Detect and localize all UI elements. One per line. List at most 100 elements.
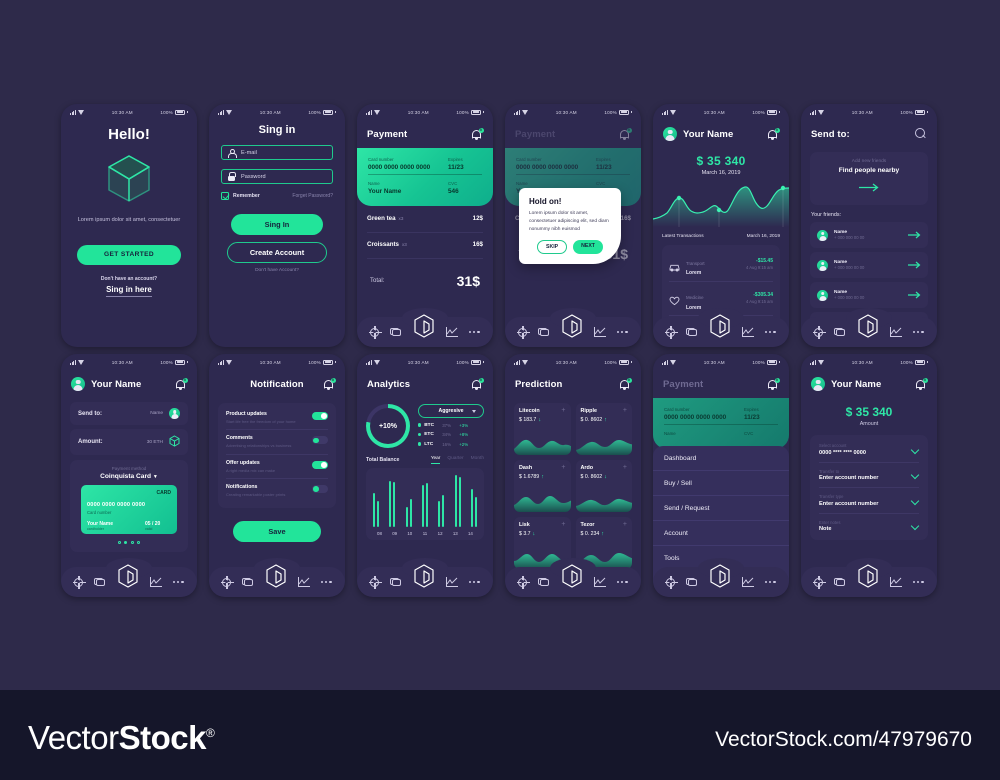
notification-bell-icon[interactable]: 0 [471,377,484,391]
prediction-card[interactable]: Ardo + $ 0. 8602 ↓ [575,460,632,512]
prediction-card[interactable]: Dash + $ 1.6789 ↑ [514,460,571,512]
remember-checkbox[interactable] [221,192,229,200]
chevron-down-icon[interactable] [912,497,919,504]
friend-row[interactable]: Name + 000 000 00 00 [810,282,928,308]
hex-logo-icon[interactable] [412,313,436,339]
prediction-card[interactable]: Ripple + $ 0. 8602 ↑ [575,403,632,455]
chart-icon[interactable] [742,327,755,337]
hex-logo-icon[interactable] [116,563,140,589]
search-icon[interactable] [915,128,927,140]
gear-icon[interactable] [664,576,678,590]
chart-icon[interactable] [446,577,459,587]
notification-bell-icon[interactable]: 0 [323,377,336,391]
hex-logo-icon[interactable] [264,563,288,589]
cards-icon[interactable] [537,577,550,587]
signin-link[interactable]: Sing in here [61,285,197,294]
add-icon[interactable]: + [623,407,627,414]
prediction-card[interactable]: Litecoin + $ 183.7 ↓ [514,403,571,455]
skip-button[interactable]: SKIP [537,240,568,255]
notification-bell-icon[interactable]: 0 [619,377,632,391]
get-started-button[interactable]: GET STARTED [77,244,181,265]
hex-logo-icon[interactable] [412,563,436,589]
chevron-down-icon[interactable] [912,471,919,478]
menu-item-send-request[interactable]: Send / Request [653,496,789,521]
friend-row[interactable]: Name + 000 000 00 00 [810,222,928,248]
tab-quarter[interactable]: Quarter [447,456,463,464]
strategy-dropdown[interactable]: Aggresive [418,404,484,418]
add-icon[interactable]: + [623,521,627,528]
toggle-notifications[interactable] [312,485,328,494]
hex-logo-icon[interactable] [856,313,880,339]
chevron-down-icon[interactable] [912,446,919,453]
menu-item-buy-sell[interactable]: Buy / Sell [653,471,789,496]
cards-icon[interactable] [685,577,698,587]
notification-bell-icon[interactable]: 0 [915,377,928,391]
gear-icon[interactable] [664,326,678,340]
hex-logo-icon[interactable] [560,563,584,589]
arrow-right-icon[interactable] [907,286,921,304]
find-people-card[interactable]: Add new friends Find people nearby [810,152,928,205]
add-icon[interactable]: + [561,407,565,414]
card-pagination[interactable] [78,541,180,544]
more-icon[interactable] [468,330,480,334]
more-icon[interactable] [172,580,184,584]
amount-row[interactable]: Amount: 30 ETH [70,429,188,455]
tab-month[interactable]: Month [471,456,484,464]
send-to-row[interactable]: Send to: Name [70,402,188,425]
arrow-right-icon[interactable] [907,256,921,274]
cards-icon[interactable] [389,577,402,587]
arrow-right-icon[interactable] [907,226,921,244]
chart-icon[interactable] [594,327,607,337]
gear-icon[interactable] [812,576,826,590]
menu-item-dashboard[interactable]: Dashboard [653,446,789,471]
more-icon[interactable] [912,580,924,584]
more-icon[interactable] [320,580,332,584]
notification-bell-icon[interactable]: 0 [767,377,780,391]
add-icon[interactable]: + [623,464,627,471]
add-icon[interactable]: + [561,521,565,528]
chart-icon[interactable] [890,327,903,337]
notification-bell-icon[interactable]: 0 [767,127,780,141]
toggle-offer-updates[interactable] [312,460,328,469]
tab-year[interactable]: Year [430,456,441,464]
add-icon[interactable]: + [561,464,565,471]
chart-icon[interactable] [446,327,459,337]
hex-logo-icon[interactable] [708,313,732,339]
toggle-comments[interactable] [312,436,328,445]
chevron-down-icon[interactable] [912,522,919,529]
gear-icon[interactable] [812,326,826,340]
avatar[interactable] [71,377,85,391]
cards-icon[interactable] [833,577,846,587]
menu-item-account[interactable]: Account [653,521,789,546]
more-icon[interactable] [468,580,480,584]
cards-icon[interactable] [241,577,254,587]
cards-icon[interactable] [685,327,698,337]
more-icon[interactable] [764,580,776,584]
signin-button[interactable]: Sing In [231,214,323,235]
chart-icon[interactable] [298,577,311,587]
transaction-row[interactable]: Transport Lorem -$15.45 4 Aug 9:15 am [669,247,773,282]
chart-icon[interactable] [742,577,755,587]
gear-icon[interactable] [72,576,86,590]
next-button[interactable]: NEXT [573,240,603,255]
hex-logo-icon[interactable] [560,313,584,339]
forget-password-link[interactable]: Forget Password? [292,193,333,199]
save-button[interactable]: Save [233,520,321,542]
notes-row[interactable]: Enter notes Note [819,514,919,539]
email-field[interactable]: E-mail [221,145,333,160]
cards-icon[interactable] [537,327,550,337]
hex-logo-icon[interactable] [856,563,880,589]
notification-bell-icon[interactable]: 0 [471,127,484,141]
friend-row[interactable]: Name + 000 000 00 00 [810,252,928,278]
transfer-to-row[interactable]: Transfer to Enter account number [819,463,919,488]
more-icon[interactable] [616,580,628,584]
more-icon[interactable] [616,330,628,334]
notification-bell-icon[interactable]: 0 [619,127,632,141]
cards-icon[interactable] [93,577,106,587]
avatar[interactable] [663,127,677,141]
hex-logo-icon[interactable] [708,563,732,589]
gear-icon[interactable] [368,576,382,590]
cards-icon[interactable] [833,327,846,337]
transfer-type-row[interactable]: Transfer type Enter account number [819,488,919,514]
chart-icon[interactable] [890,577,903,587]
